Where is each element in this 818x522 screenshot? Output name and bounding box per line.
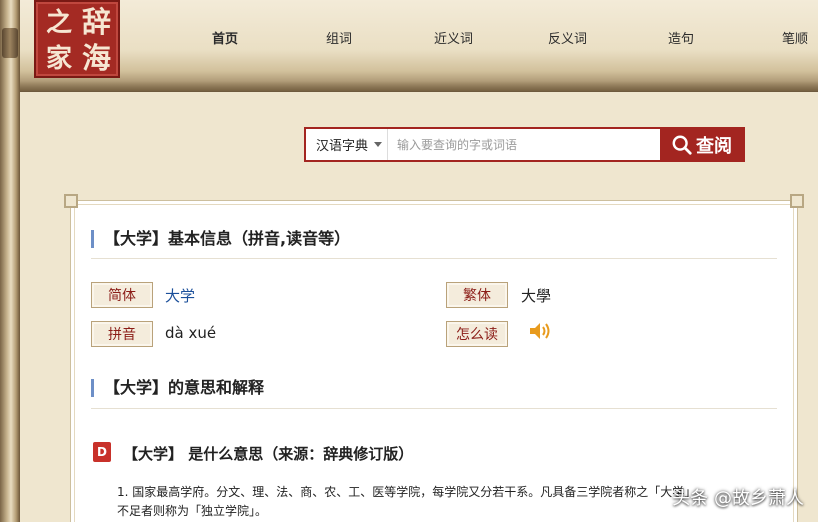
nav-antonym[interactable]: 反义词	[548, 28, 587, 47]
divider	[91, 258, 777, 259]
definition-line: 1. 国家最高学府。分文、理、法、商、农、工、医等学院，每学院又分若干系。凡具备…	[117, 485, 697, 499]
pinyin-value: dà xué	[165, 324, 217, 342]
meaning-source-title: 【大学】 是什么意思（来源：辞典修订版）	[123, 445, 414, 463]
top-banner	[0, 0, 818, 92]
divider	[91, 408, 777, 409]
chevron-down-icon	[374, 142, 383, 147]
nav-home[interactable]: 首页	[212, 28, 238, 47]
pinyin-label: 拼音	[91, 321, 153, 347]
dictionary-select[interactable]: 汉语字典	[306, 129, 388, 160]
roller-cap	[2, 28, 18, 58]
watermark: 头条 @故乡萧人	[672, 488, 804, 509]
traditional-value: 大學	[521, 287, 552, 305]
nav-synonym[interactable]: 近义词	[434, 28, 473, 47]
traditional-label: 繁体	[446, 282, 508, 308]
pronounce-label: 怎么读	[446, 321, 508, 347]
dictionary-source-icon: D	[93, 442, 111, 462]
logo-char-3: 之	[46, 8, 73, 38]
logo-char-4: 家	[46, 44, 73, 74]
nav-zuci[interactable]: 组词	[326, 28, 352, 47]
corner-ornament	[790, 194, 804, 208]
search-button[interactable]: 查阅	[660, 129, 743, 160]
simplified-value[interactable]: 大学	[165, 285, 195, 306]
basic-info-title: 【大学】基本信息（拼音,读音等）	[91, 230, 350, 248]
logo-char-2: 海	[82, 41, 112, 75]
search-icon	[672, 135, 692, 155]
simplified-label: 简体	[91, 282, 153, 308]
site-logo[interactable]: 辞 海 之 家	[34, 0, 120, 78]
nav-stroke-order[interactable]: 笔顺	[782, 28, 808, 47]
definition-line: 不足者则称为「独立学院」。	[117, 504, 268, 518]
nav-sentence[interactable]: 造句	[668, 28, 694, 47]
scroll-roller	[0, 0, 20, 522]
search-bar: 汉语字典 查阅	[304, 127, 745, 162]
corner-ornament	[64, 194, 78, 208]
logo-char-1: 辞	[82, 5, 112, 39]
speaker-icon[interactable]	[529, 322, 551, 340]
meaning-title: 【大学】的意思和解释	[91, 379, 264, 397]
content-panel: 【大学】基本信息（拼音,读音等） 简体 大学 繁体 大學 拼音 dà xué 怎…	[64, 194, 804, 522]
search-button-label: 查阅	[696, 135, 732, 157]
search-input[interactable]	[388, 129, 660, 160]
dictionary-select-value: 汉语字典	[316, 138, 369, 153]
